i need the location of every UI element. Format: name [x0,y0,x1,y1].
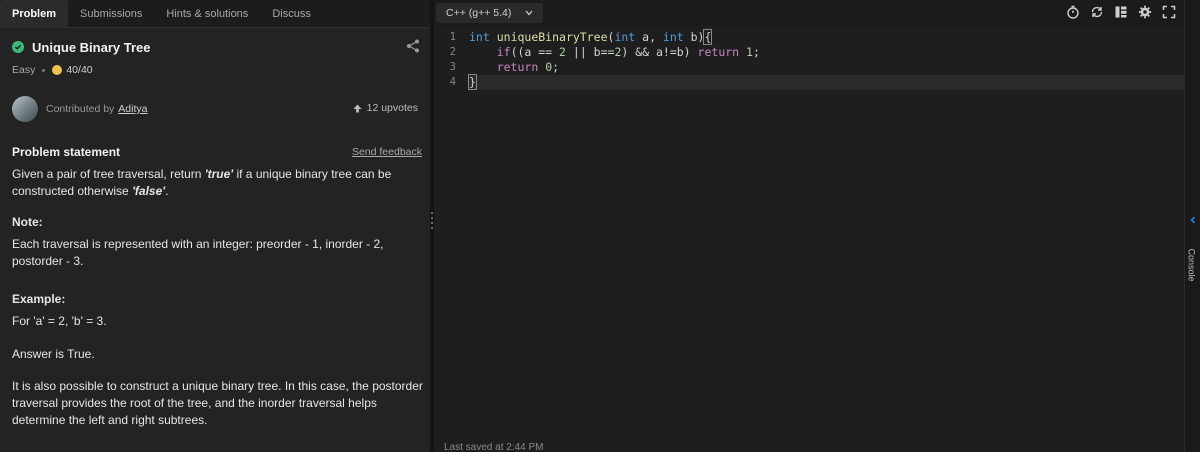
note-heading: Note: [12,215,43,229]
example-explanation: It is also possible to construct a uniqu… [12,379,423,427]
statement-text: Given a pair of tree traversal, return '… [12,166,427,200]
line-numbers: 1 2 3 4 [434,30,462,90]
layout-icon[interactable] [1114,5,1128,19]
avatar [12,96,38,122]
line-number: 4 [449,76,456,88]
upvote-button[interactable]: 12 upvotes [353,102,418,114]
share-icon[interactable] [406,39,420,58]
language-select[interactable]: C++ (g++ 5.4) [436,3,544,23]
line-number: 3 [449,61,456,73]
author-link[interactable]: Aditya [118,103,147,115]
upvote-count: 12 upvotes [366,102,418,114]
contributor-row: Contributed by Aditya 12 upvotes [12,96,422,122]
statement-header: Problem statement Send feedback [12,145,422,159]
problem-panel: Problem Submissions Hints & solutions Di… [0,0,430,452]
problem-tabs: Problem Submissions Hints & solutions Di… [0,0,430,28]
code-editor[interactable]: C++ (g++ 5.4) 1 2 3 4 int uniqueBinaryTr… [434,0,1184,452]
upvote-arrow-icon [353,103,362,113]
problem-title-row: Unique Binary Tree [12,38,422,56]
problem-meta: Easy 40/40 [12,64,93,76]
tab-submissions[interactable]: Submissions [68,0,154,27]
statement-part: Given a pair of tree traversal, return [12,167,205,181]
console-toggle[interactable]: Console [1187,246,1199,286]
gear-icon[interactable] [1138,5,1152,19]
problem-title: Unique Binary Tree [32,39,151,55]
difficulty-label: Easy [12,64,36,76]
separator-dot [42,68,46,72]
console-label: Console [1186,248,1197,282]
fullscreen-icon[interactable] [1162,5,1176,19]
editor-tools [1066,5,1176,19]
line-number: 2 [449,46,456,58]
timer-icon[interactable] [1066,5,1080,19]
chevron-down-icon [525,10,533,16]
check-circle-icon [12,41,24,53]
last-saved-status: Last saved at 2:44 PM [444,442,544,452]
tab-discuss[interactable]: Discuss [260,0,323,27]
code-line[interactable]: } [468,74,1184,90]
score-value: 40/40 [66,64,93,76]
console-rail[interactable]: Console [1184,0,1200,452]
statement-heading: Problem statement [12,145,121,159]
language-value: C++ (g++ 5.4) [446,7,512,19]
code-line[interactable]: if((a == 2 || b==2) && a!=b) return 1; [469,45,1184,60]
false-literal: 'false' [132,184,166,198]
example-answer: Answer is True. [12,347,95,361]
true-literal: 'true' [204,167,234,181]
line-number: 1 [449,31,456,43]
tab-problem[interactable]: Problem [0,0,69,27]
send-feedback-link[interactable]: Send feedback [352,146,422,158]
statement-part: . [165,184,169,198]
example-input: For 'a' = 2, 'b' = 3. [12,314,107,328]
coin-icon [52,65,63,75]
tab-hints-solutions[interactable]: Hints & solutions [154,0,260,27]
note-text: Each traversal is represented with an in… [12,237,384,268]
refresh-icon[interactable] [1090,5,1104,19]
chevron-left-icon[interactable] [1189,216,1197,224]
contributed-by-label: Contributed by [46,103,115,115]
code-line[interactable]: int uniqueBinaryTree(int a, int b){ [469,29,1184,45]
code-line[interactable]: return 0; [469,60,1184,75]
code-area[interactable]: int uniqueBinaryTree(int a, int b){ if((… [468,29,1184,90]
editor-toolbar: C++ (g++ 5.4) [434,0,1184,26]
example-heading: Example: [12,292,66,306]
